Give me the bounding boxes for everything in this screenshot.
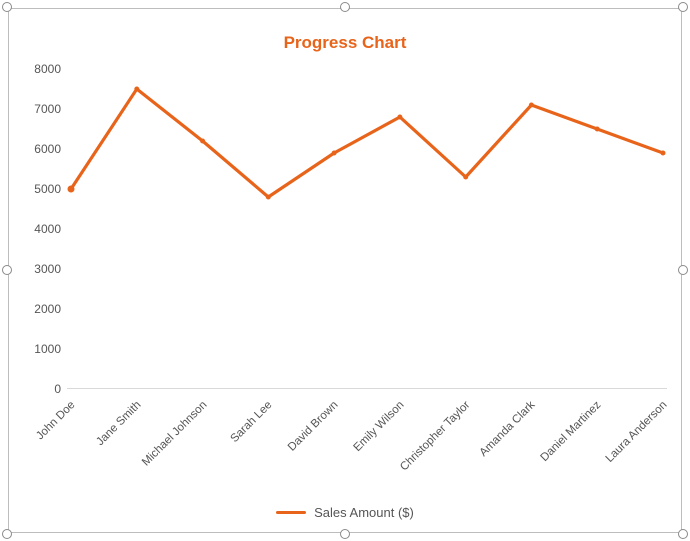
legend-label: Sales Amount ($)	[314, 505, 414, 520]
x-axis-labels: John DoeJane SmithMichael JohnsonSarah L…	[67, 393, 667, 493]
resize-handle-bottom-left[interactable]	[2, 529, 12, 539]
y-tick-label: 4000	[19, 222, 61, 236]
x-tick-label: Michael Johnson	[140, 399, 210, 469]
chart-frame[interactable]: Progress Chart 0 1000 2000 3000 4000 5000 6000…	[8, 8, 682, 533]
x-tick-label: Laura Anderson	[604, 399, 670, 465]
resize-handle-top-left[interactable]	[2, 2, 12, 12]
line-series	[67, 69, 667, 389]
x-tick-label: Amanda Clark	[478, 399, 538, 459]
x-tick-label: David Brown	[286, 399, 341, 454]
y-tick-label: 0	[19, 382, 61, 396]
y-tick-label: 6000	[19, 142, 61, 156]
x-tick-label: John Doe	[34, 399, 77, 442]
x-tick-label: Emily Wilson	[351, 399, 406, 454]
resize-handle-top-right[interactable]	[678, 2, 688, 12]
resize-handle-middle-right[interactable]	[678, 265, 688, 275]
resize-handle-top-middle[interactable]	[340, 2, 350, 12]
y-tick-label: 5000	[19, 182, 61, 196]
y-tick-label: 8000	[19, 62, 61, 76]
legend: Sales Amount ($)	[9, 504, 681, 520]
plot-area	[67, 69, 667, 389]
resize-handle-bottom-right[interactable]	[678, 529, 688, 539]
chart-title: Progress Chart	[9, 33, 681, 53]
legend-swatch	[276, 511, 306, 514]
y-tick-label: 1000	[19, 342, 61, 356]
x-tick-label: Daniel Martinez	[539, 399, 604, 464]
y-tick-label: 2000	[19, 302, 61, 316]
y-tick-label: 7000	[19, 102, 61, 116]
x-tick-label: Jane Smith	[94, 399, 143, 448]
x-tick-label: Christopher Taylor	[398, 399, 472, 473]
x-tick-label: Sarah Lee	[229, 399, 275, 445]
resize-handle-middle-left[interactable]	[2, 265, 12, 275]
resize-handle-bottom-middle[interactable]	[340, 529, 350, 539]
y-tick-label: 3000	[19, 262, 61, 276]
